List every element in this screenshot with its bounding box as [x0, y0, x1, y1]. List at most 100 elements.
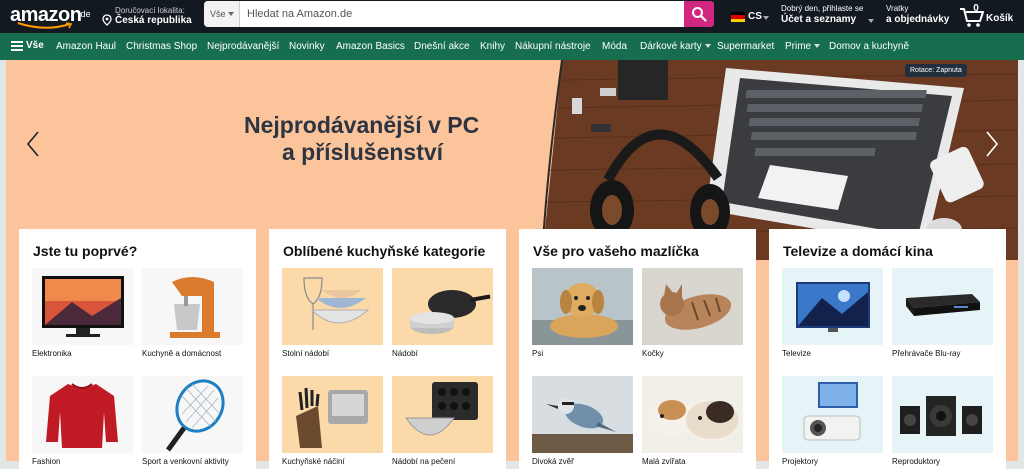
- location-country: Česká republika: [115, 15, 192, 26]
- logo-smile-icon: [17, 22, 73, 29]
- dog-icon: [532, 283, 633, 345]
- cart-button[interactable]: 0 Košík: [959, 2, 1019, 30]
- nav-item-new-releases[interactable]: Novinky: [289, 41, 325, 52]
- tile-label: Televize: [782, 349, 811, 358]
- delivery-location[interactable]: Doručovací lokalita: Česká republika: [102, 4, 202, 30]
- nav-item-bestsellers[interactable]: Nejprodávanější: [207, 41, 279, 52]
- account-lists-label: Účet a seznamy: [781, 14, 857, 25]
- nav-item-todays-deals[interactable]: Dnešní akce: [414, 41, 470, 52]
- card-title[interactable]: Vše pro vašeho mazlíčka: [533, 243, 699, 259]
- chevron-down-icon: [814, 44, 821, 49]
- account-greeting: Dobrý den, přihlaste se: [781, 4, 864, 13]
- card-title[interactable]: Oblíbené kuchyňské kategorie: [283, 243, 485, 259]
- carousel-next-icon[interactable]: [985, 130, 999, 158]
- tile-image: [142, 268, 243, 345]
- speakers-icon: [900, 396, 982, 436]
- amazon-logo[interactable]: amazon .de: [10, 2, 92, 30]
- tile-image: [32, 376, 133, 453]
- cookware-icon: [410, 290, 491, 334]
- tile-image: [282, 376, 383, 453]
- carousel-prev-icon[interactable]: [26, 130, 40, 158]
- chevron-down-icon: [228, 12, 234, 16]
- nav-item-amazon-haul[interactable]: Amazon Haul: [56, 41, 116, 52]
- nav-item-prime-label: Prime: [785, 41, 812, 52]
- top-header: amazon .de Doručovací lokalita: Česká re…: [0, 0, 1024, 33]
- tile-label: Sport a venkovní aktivity: [142, 457, 229, 466]
- category-nav: Vše Amazon Haul Christmas Shop Nejprodáv…: [0, 33, 1024, 60]
- chevron-down-icon: [704, 44, 711, 49]
- tennis-racket-icon: [165, 379, 225, 452]
- tile-label: Elektronika: [32, 349, 72, 358]
- search-bar: Vše: [204, 1, 714, 27]
- card-title[interactable]: Jste tu poprvé?: [33, 243, 137, 259]
- tile-label: Malá zvířata: [642, 457, 686, 466]
- search-icon: [692, 7, 707, 22]
- nav-item-christmas-shop[interactable]: Christmas Shop: [126, 41, 197, 52]
- hero-title[interactable]: Nejprodávanější v PC a příslušenství: [244, 112, 479, 166]
- tile-label: Reproduktory: [892, 457, 941, 466]
- hamburger-icon: [11, 41, 23, 53]
- tile-label: Stolní nádobí: [282, 349, 330, 358]
- cart-count: 0: [973, 3, 979, 14]
- chevron-down-icon: [763, 16, 769, 20]
- tile-image: [32, 268, 133, 345]
- all-menu-label: Vše: [26, 40, 44, 51]
- tile-image: [642, 268, 743, 345]
- returns-orders-link[interactable]: Vratky a objednávky: [886, 3, 954, 29]
- nav-item-prime[interactable]: Prime: [785, 41, 821, 52]
- tile-label: Nádobí na pečení: [392, 457, 456, 466]
- nav-item-fashion[interactable]: Móda: [602, 41, 627, 52]
- tile-image: [282, 268, 383, 345]
- logo-tld: .de: [78, 9, 91, 19]
- search-input[interactable]: [241, 1, 684, 27]
- cart-label: Košík: [986, 13, 1014, 24]
- tile-label: Psi: [532, 349, 544, 358]
- tile-image: [892, 376, 993, 453]
- search-category-label: Vše: [210, 9, 226, 19]
- bluray-player-icon: [906, 294, 980, 316]
- nav-item-home-kitchen[interactable]: Domov a kuchyně: [829, 41, 909, 52]
- tile-label: Kuchyně a domácnost: [142, 349, 222, 358]
- tile-label: Projektory: [782, 457, 819, 466]
- nav-item-gift-cards[interactable]: Dárkové karty: [640, 41, 711, 52]
- returns-label: Vratky: [886, 4, 909, 13]
- bird-icon: [532, 398, 633, 453]
- tile-image: [642, 376, 743, 453]
- tile-image: [892, 268, 993, 345]
- tile-image: [392, 268, 493, 345]
- nav-item-shopping-tools[interactable]: Nákupní nástroje: [515, 41, 591, 52]
- nav-item-amazon-basics[interactable]: Amazon Basics: [336, 41, 405, 52]
- nav-item-books[interactable]: Knihy: [480, 41, 505, 52]
- tile-label: Kuchyňské náčiní: [282, 457, 345, 466]
- card-pets: Vše pro vašeho mazlíčka Psi Kočky Divoká…: [519, 229, 756, 469]
- tile-label: Fashion: [32, 457, 61, 466]
- orders-label: a objednávky: [886, 14, 950, 25]
- tile-image: [142, 376, 243, 453]
- account-menu[interactable]: Dobrý den, přihlaste se Účet a seznamy: [781, 3, 876, 29]
- stand-mixer-icon: [170, 277, 220, 338]
- language-code: CS: [748, 11, 762, 22]
- tile-label: Přehrávače Blu-ray: [892, 349, 961, 358]
- location-pin-icon: [102, 14, 112, 26]
- cat-icon: [660, 284, 732, 330]
- guinea-pig-icon: [648, 400, 738, 439]
- tile-image: [782, 376, 883, 453]
- sweater-icon: [46, 383, 118, 448]
- tableware-icon: [303, 277, 370, 330]
- location-label: Doručovací lokalita:: [115, 6, 185, 15]
- search-category-dropdown[interactable]: Vše: [204, 1, 240, 27]
- tile-label: Kočky: [642, 349, 664, 358]
- hero-title-line2: a příslušenství: [282, 139, 444, 165]
- card-title[interactable]: Televize a domácí kina: [783, 243, 933, 259]
- tile-image: [782, 268, 883, 345]
- card-tv-home-cinema: Televize a domácí kina Televize Přehráva…: [769, 229, 1006, 469]
- hero-title-line1: Nejprodávanější v PC: [244, 112, 480, 138]
- rotation-toggle[interactable]: Rotace: Zapnuta: [905, 64, 967, 77]
- tile-image: [392, 376, 493, 453]
- search-button[interactable]: [684, 1, 714, 27]
- projector-icon: [803, 382, 861, 441]
- card-kitchen-categories: Oblíbené kuchyňské kategorie Stolní nádo…: [269, 229, 506, 469]
- nav-item-supermarket[interactable]: Supermarket: [717, 41, 774, 52]
- tile-image: [532, 268, 633, 345]
- tile-label: Divoká zvěř: [532, 457, 574, 466]
